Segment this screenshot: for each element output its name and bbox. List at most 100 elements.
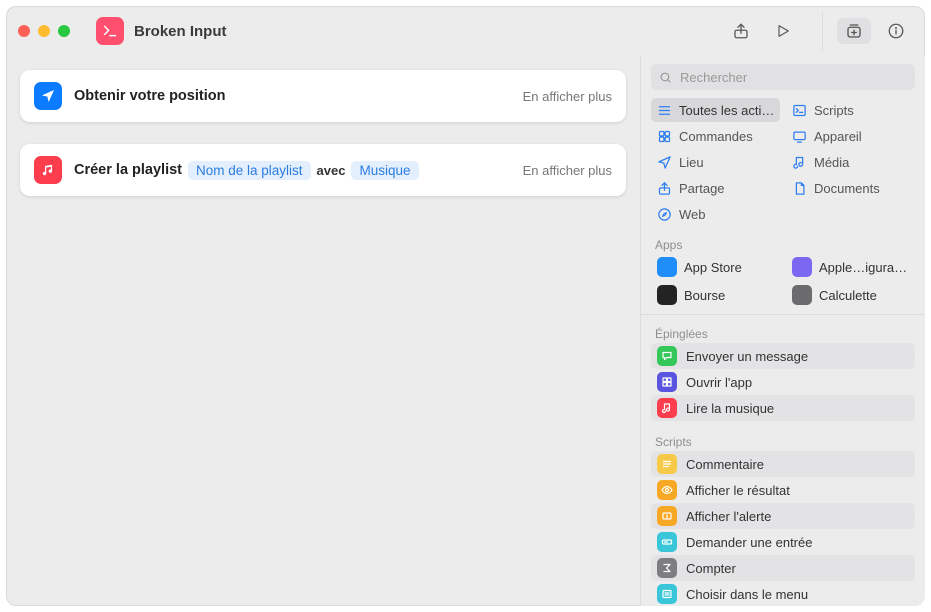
category-label: Média — [814, 155, 849, 170]
input-icon — [657, 532, 677, 552]
body: Obtenir votre positionEn afficher plus Cr… — [6, 56, 925, 606]
action-title: Créer la playlist — [74, 162, 182, 178]
app-item[interactable]: Calculette — [786, 282, 915, 308]
category-share[interactable]: Partage — [651, 176, 780, 200]
action-card[interactable]: Créer la playlist Nom de la playlist avec M… — [20, 144, 626, 196]
list-item-label: Commentaire — [686, 457, 764, 472]
music-note-icon — [34, 156, 62, 184]
eye-icon — [657, 480, 677, 500]
category-label: Documents — [814, 181, 880, 196]
editor-area[interactable]: Obtenir votre positionEn afficher plus Cr… — [6, 56, 640, 606]
action-text: avec — [317, 163, 346, 178]
search-field[interactable] — [651, 64, 915, 90]
category-note[interactable]: Média — [786, 150, 915, 174]
category-list[interactable]: Toutes les acti… — [651, 98, 780, 122]
list-item[interactable]: Afficher l'alerte — [651, 503, 915, 529]
minimize-button[interactable] — [38, 25, 50, 37]
share-button[interactable] — [724, 18, 758, 44]
note-icon — [657, 398, 677, 418]
list-item-label: Ouvrir l'app — [686, 375, 752, 390]
grid-icon — [657, 129, 672, 144]
zoom-button[interactable] — [58, 25, 70, 37]
app-label: Bourse — [684, 288, 725, 303]
category-location[interactable]: Lieu — [651, 150, 780, 174]
list-item[interactable]: Commentaire — [651, 451, 915, 477]
category-grid: Toutes les acti… Scripts Commandes Appareil… — [641, 96, 925, 232]
toolbar-divider — [822, 11, 823, 51]
safari-icon — [657, 207, 672, 222]
list-item-label: Afficher le résultat — [686, 483, 790, 498]
shortcut-color-icon[interactable] — [96, 17, 124, 45]
sum-icon — [657, 558, 677, 578]
app-icon — [792, 285, 812, 305]
library-button[interactable] — [837, 18, 871, 44]
list-item-label: Lire la musique — [686, 401, 774, 416]
show-more-button[interactable]: En afficher plus — [523, 89, 612, 104]
category-label: Partage — [679, 181, 725, 196]
lines-icon — [657, 454, 677, 474]
run-button[interactable] — [766, 18, 800, 44]
doc-icon — [792, 181, 807, 196]
list-item-label: Choisir dans le menu — [686, 587, 808, 602]
terminal-icon — [792, 103, 807, 118]
app-label: Calculette — [819, 288, 877, 303]
app-item[interactable]: Apple…igurator — [786, 254, 915, 280]
divider — [641, 314, 925, 315]
location-arrow-icon — [34, 82, 62, 110]
list-item-label: Compter — [686, 561, 736, 576]
action-card[interactable]: Obtenir votre positionEn afficher plus — [20, 70, 626, 122]
titlebar: Broken Input — [6, 6, 925, 56]
list-item[interactable]: Envoyer un message — [651, 343, 915, 369]
action-content: Créer la playlist Nom de la playlist avec M… — [74, 161, 419, 180]
list-item-label: Envoyer un message — [686, 349, 808, 364]
category-doc[interactable]: Documents — [786, 176, 915, 200]
category-label: Appareil — [814, 129, 862, 144]
list-item[interactable]: Lire la musique — [651, 395, 915, 421]
close-button[interactable] — [18, 25, 30, 37]
list-item-label: Afficher l'alerte — [686, 509, 771, 524]
category-device[interactable]: Appareil — [786, 124, 915, 148]
toolbar — [724, 11, 913, 51]
location-icon — [657, 155, 672, 170]
category-terminal[interactable]: Scripts — [786, 98, 915, 122]
device-icon — [792, 129, 807, 144]
alert-icon — [657, 506, 677, 526]
actions-list: Épinglées Envoyer un messageOuvrir l'app… — [641, 321, 925, 606]
note-icon — [792, 155, 807, 170]
category-label: Toutes les acti… — [679, 103, 774, 118]
action-parameter[interactable]: Nom de la playlist — [188, 161, 311, 180]
action-parameter[interactable]: Musique — [351, 161, 418, 180]
window-title: Broken Input — [134, 23, 227, 40]
window: Broken Input Obtenir votre positionEn af… — [6, 6, 925, 606]
list-item[interactable]: Ouvrir l'app — [651, 369, 915, 395]
apps-grid: App Store Apple…igurator Bourse Calculette — [641, 254, 925, 308]
scripts-header: Scripts — [651, 429, 915, 451]
grid-icon — [657, 372, 677, 392]
app-item[interactable]: Bourse — [651, 282, 780, 308]
app-icon — [792, 257, 812, 277]
app-icon — [657, 257, 677, 277]
pinned-list: Envoyer un message Ouvrir l'app Lire la mu… — [651, 343, 915, 421]
app-label: Apple…igurator — [819, 260, 909, 275]
list-item[interactable]: Afficher le résultat — [651, 477, 915, 503]
list-item[interactable]: Choisir dans le menu — [651, 581, 915, 606]
info-button[interactable] — [879, 18, 913, 44]
app-item[interactable]: App Store — [651, 254, 780, 280]
list-item[interactable]: Compter — [651, 555, 915, 581]
bubble-icon — [657, 346, 677, 366]
menu-icon — [657, 584, 677, 604]
list-item-label: Demander une entrée — [686, 535, 812, 550]
show-more-button[interactable]: En afficher plus — [523, 163, 612, 178]
category-label: Scripts — [814, 103, 854, 118]
list-icon — [657, 103, 672, 118]
scripts-list: Commentaire Afficher le résultat Afficher … — [651, 451, 915, 606]
share-icon — [657, 181, 672, 196]
category-grid[interactable]: Commandes — [651, 124, 780, 148]
window-controls — [18, 25, 70, 37]
list-item[interactable]: Demander une entrée — [651, 529, 915, 555]
category-safari[interactable]: Web — [651, 202, 780, 226]
category-label: Commandes — [679, 129, 753, 144]
apps-header: Apps — [641, 232, 925, 254]
search-input[interactable] — [678, 69, 907, 86]
app-icon — [657, 285, 677, 305]
